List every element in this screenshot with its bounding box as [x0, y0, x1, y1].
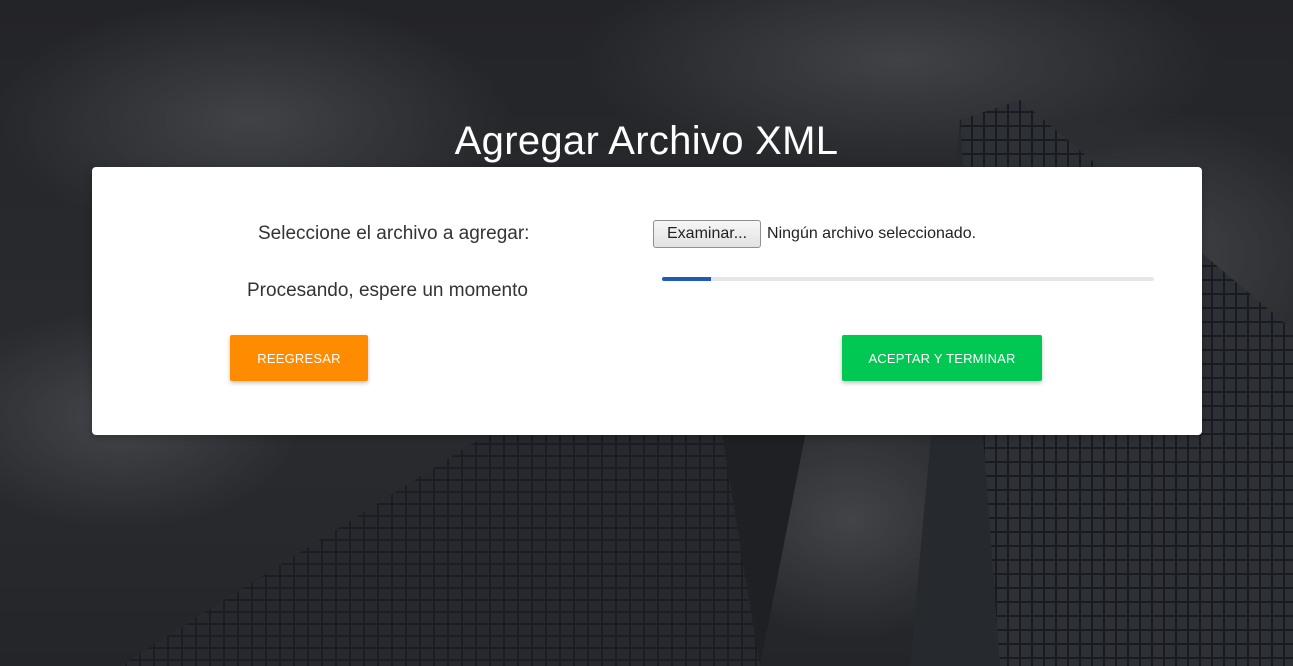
- browse-button[interactable]: Examinar...: [653, 220, 762, 248]
- processing-label: Procesando, espere un momento: [247, 280, 528, 301]
- accept-finish-button[interactable]: ACEPTAR Y TERMINAR: [842, 335, 1042, 381]
- page-title: Agregar Archivo XML: [454, 118, 839, 163]
- progress-bar: [662, 277, 1154, 281]
- page: Agregar Archivo XML Seleccione el archiv…: [0, 0, 1293, 666]
- progress-bar-fill: [662, 277, 712, 281]
- file-input[interactable]: Examinar... Ningún archivo seleccionado.: [653, 220, 976, 248]
- upload-card: Seleccione el archivo a agregar: Examina…: [92, 167, 1202, 435]
- select-file-label: Seleccione el archivo a agregar:: [258, 223, 530, 244]
- file-status-text: Ningún archivo seleccionado.: [767, 225, 977, 242]
- back-button[interactable]: REEGRESAR: [230, 335, 368, 381]
